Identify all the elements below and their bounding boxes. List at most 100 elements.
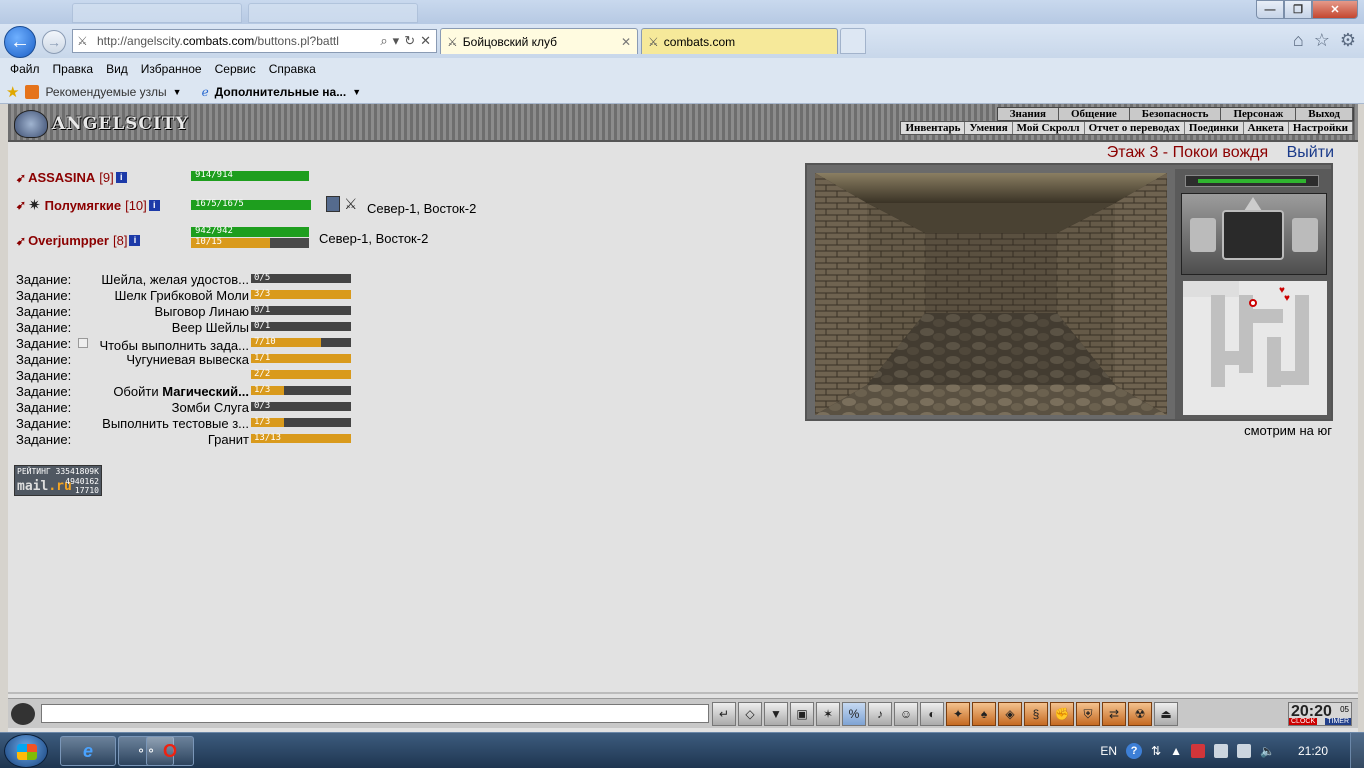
timer-button[interactable]: TIMER (1325, 718, 1351, 725)
address-bar[interactable]: ⚔ http://angelscity.combats.com/buttons.… (72, 29, 437, 53)
dropdown-arrow-icon[interactable]: ▼ (173, 87, 182, 97)
smile-icon[interactable]: ☺ (894, 702, 918, 726)
search-icon[interactable]: ⌕ (380, 33, 387, 49)
compat-view-icon[interactable]: ▾ (393, 33, 400, 49)
dropdown-arrow-icon[interactable]: ▼ (352, 87, 361, 97)
nav-settings[interactable]: Настройки (1289, 122, 1353, 134)
opera-taskbar-button[interactable]: O (146, 736, 194, 766)
menu-view[interactable]: Вид (106, 62, 128, 76)
walk-icon[interactable]: ✶ (816, 702, 840, 726)
language-indicator[interactable]: EN (1100, 744, 1117, 758)
game-logo[interactable]: ANGELSCITY (14, 110, 189, 138)
background-tab[interactable] (72, 3, 242, 23)
task-name[interactable]: Зомби Слуга (74, 400, 249, 415)
task-name[interactable]: Гранит (74, 432, 249, 447)
chat-input[interactable] (41, 704, 709, 723)
forward-button[interactable]: → (42, 30, 66, 54)
bag-icon[interactable]: ◈ (998, 702, 1022, 726)
compass-center[interactable] (1222, 210, 1284, 260)
exit-link[interactable]: Выйти (1287, 144, 1334, 161)
minimap[interactable]: ♥ ♥ (1183, 281, 1327, 415)
nav-communication[interactable]: Общение (1059, 108, 1130, 120)
nav-inventory[interactable]: Инвентарь (901, 122, 966, 134)
menu-favorites[interactable]: Избранное (141, 62, 202, 76)
exit-icon[interactable]: ⏏ (1154, 702, 1178, 726)
task-name[interactable]: Выговор Линаю (74, 304, 250, 319)
shield-icon[interactable]: ⛨ (1076, 702, 1100, 726)
nav-security[interactable]: Безопасность (1130, 108, 1222, 120)
player-nick[interactable]: Полумягкие (45, 198, 121, 213)
minimize-button[interactable]: — (1256, 0, 1284, 19)
player-nick[interactable]: ASSASINA (28, 170, 95, 185)
player-nick[interactable]: Overjumpper (28, 233, 109, 248)
nav-my-scroll[interactable]: Мой Скролл (1013, 122, 1085, 134)
menu-tools[interactable]: Сервис (215, 62, 256, 76)
sound-icon[interactable]: ♪ (868, 702, 892, 726)
save-icon[interactable]: ▣ (790, 702, 814, 726)
home-icon[interactable]: ⌂ (1293, 30, 1304, 51)
network-icon[interactable] (1237, 744, 1252, 758)
nav-battles[interactable]: Поединки (1185, 122, 1244, 134)
task-name[interactable]: Чугуниевая вывеска (74, 352, 249, 367)
filter-icon[interactable]: ▼ (764, 702, 788, 726)
task-name[interactable]: Обойти Магический... (74, 384, 249, 399)
battery-icon[interactable] (1214, 744, 1229, 758)
volume-icon[interactable]: 🔈 (1260, 744, 1275, 758)
tab-combats-com[interactable]: ⚔ combats.com (641, 28, 838, 54)
menu-edit[interactable]: Правка (53, 62, 94, 76)
pointer-icon[interactable]: ➹ (16, 171, 26, 185)
crossed-swords-icon[interactable]: ⚔ (344, 195, 358, 213)
turn-left-button[interactable] (1190, 218, 1216, 252)
translate-icon[interactable]: % (842, 702, 866, 726)
help-icon[interactable]: ? (1126, 743, 1143, 759)
task-name[interactable]: Чтобы выполнить зада... (74, 338, 249, 353)
back-button[interactable]: ← (4, 26, 36, 58)
menu-file[interactable]: Файл (10, 62, 40, 76)
maximize-button[interactable]: ❐ (1284, 0, 1312, 19)
settings-gear-icon[interactable]: ⚙ (1340, 30, 1356, 51)
background-tab[interactable] (248, 3, 418, 23)
refresh-icon[interactable]: ↻ (404, 33, 415, 49)
network-up-icon[interactable]: ⇅ (1151, 744, 1161, 758)
taskbar-clock[interactable]: 21:20 (1298, 744, 1328, 758)
ie-taskbar-button[interactable]: e (60, 736, 116, 766)
corridor-view[interactable] (815, 173, 1167, 415)
scroll-icon[interactable]: § (1024, 702, 1048, 726)
tab-combats-club[interactable]: ⚔ Бойцовский клуб ✕ (440, 28, 638, 54)
task-name[interactable]: Веер Шейлы (74, 320, 249, 335)
hazard-icon[interactable]: ☢ (1128, 702, 1152, 726)
clock-button[interactable]: CLOCK (1289, 718, 1318, 725)
turn-right-button[interactable] (1292, 218, 1318, 252)
task-name[interactable]: Шелк Грибковой Моли (74, 288, 249, 303)
show-hidden-icon[interactable]: ▲ (1170, 744, 1182, 758)
fist-icon[interactable]: ✊ (1050, 702, 1074, 726)
trade-icon[interactable]: ⇄ (1102, 702, 1126, 726)
suggested-sites-link[interactable]: Рекомендуемые узлы (45, 85, 166, 99)
chat-head-icon[interactable] (11, 703, 35, 725)
favorites-star-icon[interactable]: ☆ (1314, 30, 1330, 51)
nav-profile[interactable]: Анкета (1244, 122, 1289, 134)
info-icon[interactable]: i (148, 199, 160, 211)
helmet-icon[interactable]: ◐ (920, 702, 944, 726)
scroll-icon[interactable] (326, 196, 340, 212)
task-name[interactable]: Шейла, желая удостов... (74, 272, 249, 287)
close-tab-icon[interactable]: ✕ (621, 35, 631, 49)
nav-transfer-report[interactable]: Отчет о переводах (1085, 122, 1185, 134)
addons-link[interactable]: Дополнительные на... (215, 85, 347, 99)
nav-exit[interactable]: Выход (1296, 108, 1353, 120)
flag-icon[interactable] (1191, 744, 1206, 758)
task-name[interactable]: Выполнить тестовые з... (74, 416, 249, 431)
pointer-icon[interactable]: ➹ (16, 234, 26, 248)
attack-icon[interactable]: ✦ (946, 702, 970, 726)
new-tab-button[interactable] (840, 28, 866, 54)
potion-icon[interactable]: ♠ (972, 702, 996, 726)
stop-icon[interactable]: ✕ (420, 33, 431, 49)
info-icon[interactable]: i (115, 172, 127, 183)
start-button[interactable] (4, 734, 48, 768)
nav-character[interactable]: Персонаж (1221, 108, 1297, 120)
move-forward-arrow-icon[interactable] (1244, 197, 1262, 211)
send-icon[interactable]: ↵ (712, 702, 736, 726)
nav-skills[interactable]: Умения (965, 122, 1013, 134)
mailru-counter[interactable]: РЕЙТИНГ 33541809K mail.ru 4940162 17710 (14, 465, 102, 496)
nav-knowledge[interactable]: Знания (998, 108, 1059, 120)
